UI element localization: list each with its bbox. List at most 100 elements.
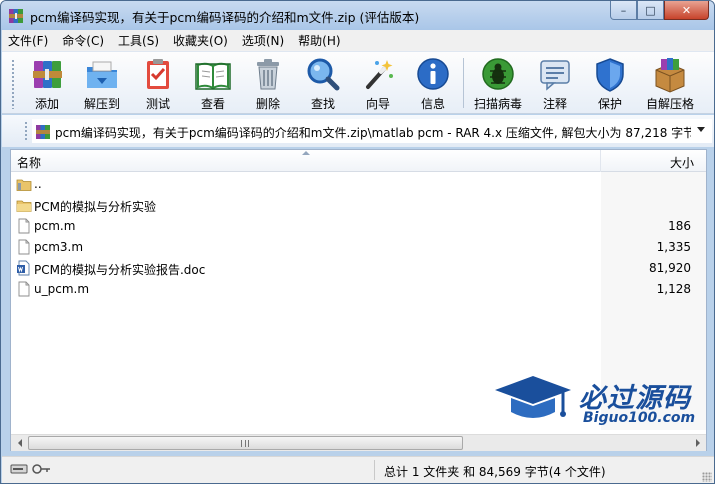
delete-label: 删除 (255, 97, 280, 111)
file-name: u_pcm.m (34, 282, 90, 296)
maximize-button[interactable]: □ (637, 1, 664, 20)
scroll-right-button[interactable] (689, 435, 706, 451)
window-controls: – □ ✕ (610, 1, 709, 20)
wizard-button[interactable]: 向导 (350, 56, 406, 112)
toolbar: 添加 解压到 测试 查看 删除 查找 向导 信息 扫描病毒 注释 保护 自解压格 (2, 51, 714, 114)
file-row-u-pcm-m[interactable]: u_pcm.m 1,128 (11, 279, 706, 300)
file-size: 1,335 (656, 240, 691, 254)
watermark-logo: 必过源码 Biguo100.com (491, 372, 706, 432)
comment-button[interactable]: 注释 (527, 56, 583, 112)
file-size: 81,920 (649, 261, 691, 275)
wizard-label: 向导 (365, 97, 390, 111)
column-size-header[interactable]: 大小 (670, 154, 694, 171)
add-books-icon (33, 61, 62, 88)
trash-icon (257, 59, 279, 90)
address-dropdown-icon[interactable] (697, 127, 705, 132)
file-row-pcm-m[interactable]: pcm.m 186 (11, 216, 706, 237)
find-button[interactable]: 查找 (295, 56, 351, 112)
menu-file[interactable]: 文件(F) (8, 32, 48, 49)
virus-scan-label: 扫描病毒 (473, 97, 522, 111)
scroll-thumb[interactable] (28, 436, 463, 450)
app-window: pcm编译码实现，有关于pcm编码译码的介绍和m文件.zip (评估版本) – … (0, 0, 715, 484)
info-label: 信息 (420, 97, 445, 111)
wizard-wand-icon (366, 60, 393, 89)
sfx-label: 自解压格 (645, 97, 694, 111)
address-bar: pcm编译码实现，有关于pcm编码译码的介绍和m文件.zip\matlab pc… (2, 115, 714, 147)
add-button[interactable]: 添加 (19, 56, 75, 112)
menu-favorites[interactable]: 收藏夹(O) (173, 32, 228, 49)
file-icon (18, 218, 30, 234)
toolbar-grip[interactable] (11, 59, 15, 109)
menu-tools[interactable]: 工具(S) (118, 32, 159, 49)
column-name-header[interactable]: 名称 (17, 154, 41, 171)
window-title: pcm编译码实现，有关于pcm编码译码的介绍和m文件.zip (评估版本) (30, 10, 420, 25)
view-book-icon (195, 62, 231, 90)
parent-folder-icon (16, 179, 32, 191)
status-separator (374, 460, 375, 480)
sort-caret-icon (302, 151, 310, 155)
close-button[interactable]: ✕ (664, 1, 709, 20)
thumb-grip-icon (241, 440, 249, 447)
protect-button[interactable]: 保护 (582, 56, 638, 112)
word-doc-icon (17, 260, 30, 276)
drive-key-icon[interactable] (10, 462, 52, 476)
toolbar-separator (463, 58, 464, 108)
find-label: 查找 (310, 97, 335, 111)
virus-scan-icon (482, 58, 514, 90)
extract-to-label: 解压到 (83, 97, 120, 111)
menu-bar: 文件(F) 命令(C) 工具(S) 收藏夹(O) 选项(N) 帮助(H) (2, 30, 714, 51)
view-label: 查看 (200, 97, 225, 111)
shield-icon (596, 58, 624, 92)
folder-icon (16, 200, 32, 212)
info-button[interactable]: 信息 (405, 56, 461, 112)
status-bar: 总计 1 文件夹 和 84,569 字节(4 个文件) (2, 456, 714, 483)
minimize-button[interactable]: – (610, 1, 637, 20)
arrow-left-icon (17, 439, 22, 447)
file-name: pcm.m (34, 219, 76, 233)
graduation-cap-icon (495, 376, 571, 418)
watermark-subtitle: Biguo100.com (583, 410, 696, 426)
delete-button[interactable]: 删除 (240, 56, 296, 112)
winrar-app-icon[interactable] (8, 8, 24, 24)
magnifier-icon (307, 58, 340, 91)
view-button[interactable]: 查看 (185, 56, 241, 112)
file-row-report-doc[interactable]: PCM的模拟与分析实验报告.doc 81,920 (11, 258, 706, 279)
extract-to-button[interactable]: 解压到 (74, 56, 130, 112)
file-list[interactable]: 名称 大小 .. PCM的模拟与分析实验 pcm.m 186 pcm3.m 1,… (10, 149, 707, 451)
sfx-box-icon (655, 58, 685, 93)
address-grip[interactable] (24, 121, 28, 141)
arrow-right-icon (695, 439, 700, 447)
title-bar[interactable]: pcm编译码实现，有关于pcm编码译码的介绍和m文件.zip (评估版本) – … (1, 1, 714, 30)
archive-icon (36, 125, 50, 139)
protect-label: 保护 (597, 97, 622, 111)
sfx-button[interactable]: 自解压格 (640, 56, 700, 112)
file-name: PCM的模拟与分析实验报告.doc (34, 263, 206, 277)
menu-options[interactable]: 选项(N) (242, 32, 284, 49)
scroll-left-button[interactable] (11, 435, 28, 451)
file-row-folder[interactable]: PCM的模拟与分析实验 (11, 195, 706, 216)
file-name: pcm3.m (34, 240, 84, 254)
horizontal-scrollbar[interactable] (11, 434, 706, 451)
status-summary: 总计 1 文件夹 和 84,569 字节(4 个文件) (384, 465, 606, 479)
extract-folder-icon (87, 61, 117, 88)
virus-scan-button[interactable]: 扫描病毒 (470, 56, 526, 112)
file-icon (18, 281, 30, 297)
comment-icon (540, 60, 570, 91)
column-header: 名称 大小 (11, 150, 706, 172)
file-row-parent[interactable]: .. (11, 174, 706, 195)
file-row-pcm3-m[interactable]: pcm3.m 1,335 (11, 237, 706, 258)
file-name: PCM的模拟与分析实验 (34, 200, 156, 214)
address-path: pcm编译码实现，有关于pcm编码译码的介绍和m文件.zip\matlab pc… (55, 126, 691, 140)
test-label: 测试 (145, 97, 170, 111)
add-label: 添加 (34, 97, 59, 111)
file-name: .. (34, 177, 42, 191)
menu-help[interactable]: 帮助(H) (298, 32, 340, 49)
resize-grip[interactable] (702, 472, 712, 482)
file-icon (18, 239, 30, 255)
address-field[interactable]: pcm编译码实现，有关于pcm编码译码的介绍和m文件.zip\matlab pc… (32, 119, 712, 143)
info-icon (417, 58, 449, 90)
test-button[interactable]: 测试 (130, 56, 186, 112)
comment-label: 注释 (542, 97, 567, 111)
column-separator[interactable] (600, 150, 601, 172)
menu-commands[interactable]: 命令(C) (62, 32, 104, 49)
